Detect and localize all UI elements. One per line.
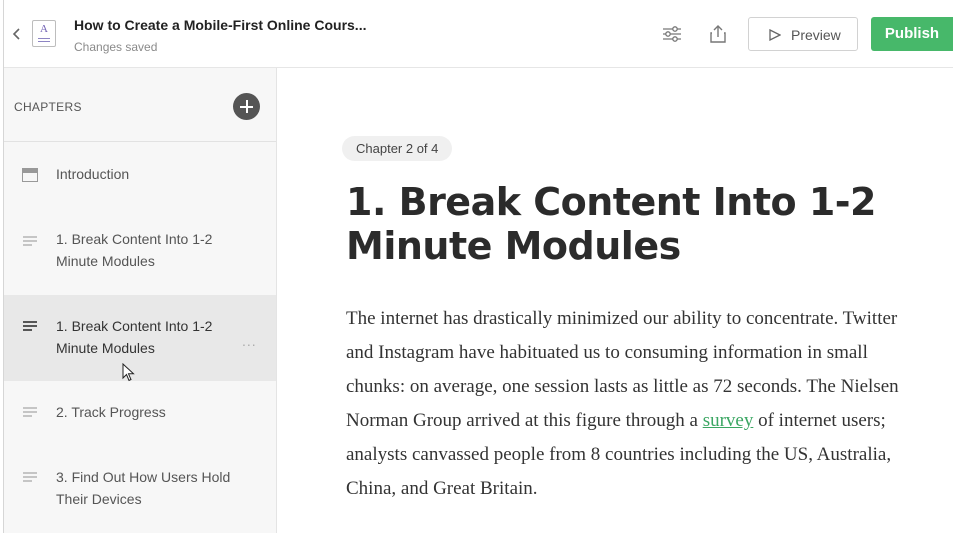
chapter-label: Introduction <box>56 166 130 182</box>
top-bar: A How to Create a Mobile-First Online Co… <box>4 0 953 68</box>
add-chapter-button[interactable] <box>233 93 260 120</box>
survey-link[interactable]: survey <box>703 410 754 431</box>
document-icon-letter: A <box>40 23 48 35</box>
chevron-left-icon[interactable] <box>11 24 23 44</box>
save-status: Changes saved <box>74 40 158 54</box>
play-icon <box>769 29 781 41</box>
mouse-cursor-icon <box>122 363 135 382</box>
more-options-icon[interactable]: ... <box>242 333 257 349</box>
chapter-item-introduction[interactable]: Introduction <box>4 142 276 215</box>
chapter-item-break-content[interactable]: 1. Break Content Into 1-2 Minute Modules <box>4 216 276 294</box>
lines-icon <box>23 472 37 482</box>
lines-icon <box>23 236 37 246</box>
chapter-label: 1. Break Content Into 1-2 Minute Modules <box>56 231 213 269</box>
preview-label: Preview <box>791 27 841 43</box>
preview-button[interactable]: Preview <box>748 17 858 51</box>
chapter-item-break-content-active[interactable]: 1. Break Content Into 1-2 Minute Modules… <box>4 295 276 381</box>
chapter-label: 3. Find Out How Users Hold Their Devices <box>56 469 231 507</box>
chapters-heading: CHAPTERS <box>14 100 82 114</box>
chapter-body: The internet has drastically minimized o… <box>346 302 916 506</box>
chapters-header: CHAPTERS <box>4 68 276 142</box>
sliders-icon[interactable] <box>660 22 684 46</box>
lines-icon <box>23 321 37 331</box>
document-icon: A <box>32 20 56 47</box>
chapter-label: 1. Break Content Into 1-2 Minute Modules <box>56 318 213 356</box>
chapter-position-badge: Chapter 2 of 4 <box>342 136 453 161</box>
chapters-sidebar: CHAPTERS Introduction 1. Break Content I… <box>4 68 277 533</box>
chapter-label: 2. Track Progress <box>56 404 166 420</box>
course-title: How to Create a Mobile-First Online Cour… <box>74 17 367 33</box>
card-icon <box>22 168 38 182</box>
publish-button[interactable]: Publish <box>871 17 953 51</box>
chapter-item-track-progress[interactable]: 2. Track Progress <box>4 382 276 446</box>
share-icon[interactable] <box>706 22 730 46</box>
chapter-item-find-out-devices[interactable]: 3. Find Out How Users Hold Their Devices <box>4 447 276 533</box>
lines-icon <box>23 407 37 417</box>
chapter-heading: 1. Break Content Into 1-2 Minute Modules <box>346 180 877 268</box>
